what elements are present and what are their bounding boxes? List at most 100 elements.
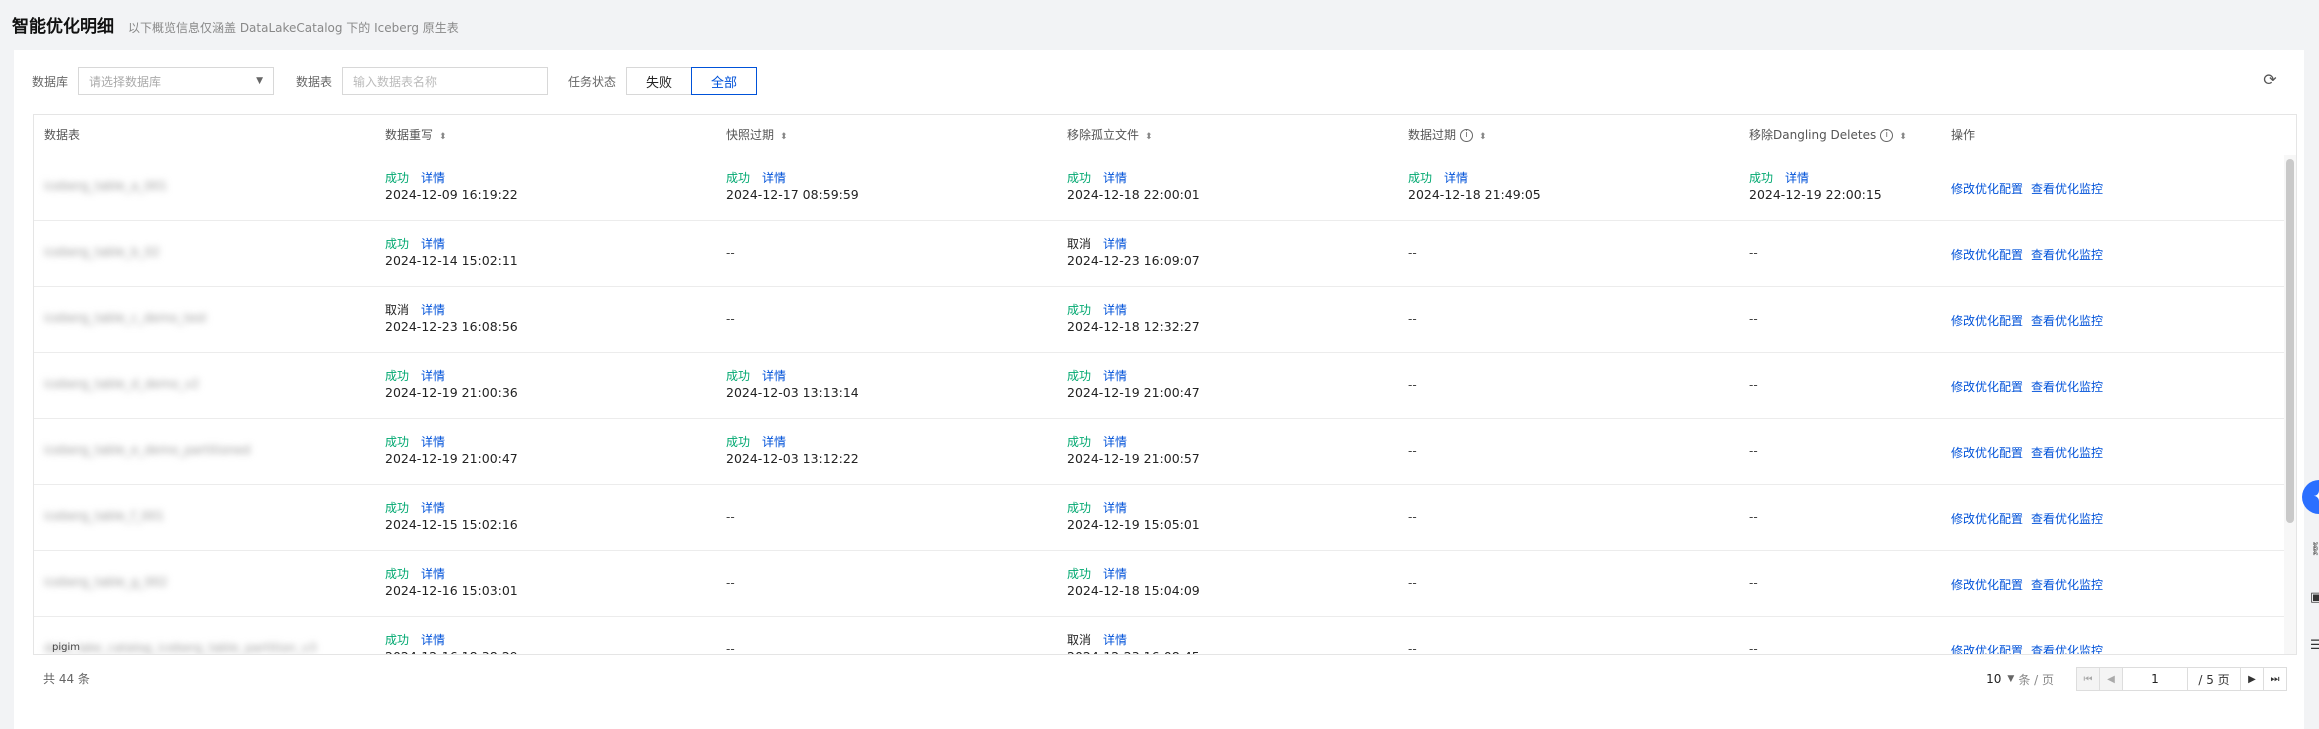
col-header-expire[interactable]: 数据过期 i ⬍	[1408, 115, 1487, 155]
status-text: 成功	[1067, 369, 1092, 383]
edit-optimization-link[interactable]: 修改优化配置	[1951, 314, 2023, 328]
detail-link[interactable]: 详情	[1103, 633, 1127, 647]
menu-icon[interactable]: ☰	[2310, 638, 2319, 653]
expire-time: 2024-12-18 21:49:05	[1408, 187, 1541, 202]
status-text: 成功	[385, 435, 410, 449]
col-header-snapshot[interactable]: 快照过期 ⬍	[726, 115, 788, 155]
edit-optimization-link[interactable]: 修改优化配置	[1951, 182, 2023, 196]
rewrite-status: 成功 详情	[385, 499, 445, 516]
detail-link[interactable]: 详情	[421, 567, 445, 581]
detail-link[interactable]: 详情	[1103, 171, 1127, 185]
database-select[interactable]: 请选择数据库 ▼	[78, 67, 275, 95]
col-header-dangling[interactable]: 移除Dangling Deletes i ⬍	[1749, 115, 1907, 155]
status-text: 取消	[1067, 237, 1092, 251]
orphan-time: 2024-12-19 21:00:57	[1067, 451, 1200, 466]
doc-icon[interactable]: ▣	[2310, 590, 2319, 605]
info-icon[interactable]: i	[1460, 129, 1474, 142]
detail-link[interactable]: 详情	[1103, 237, 1127, 251]
view-monitoring-link[interactable]: 查看优化监控	[2031, 314, 2103, 328]
rewrite-time: 2024-12-23 16:08:56	[385, 319, 518, 334]
orphan-status: 成功 详情	[1067, 169, 1127, 186]
detail-link[interactable]: 详情	[1444, 171, 1468, 185]
orphan-time: 2024-12-18 15:04:09	[1067, 583, 1200, 598]
table-name-cell: iceberg_table_e_demo_partitioned	[44, 443, 251, 457]
status-text: 成功	[726, 435, 751, 449]
detail-link[interactable]: 详情	[1103, 567, 1127, 581]
sort-icon[interactable]: ⬍	[780, 132, 788, 142]
edit-optimization-link[interactable]: 修改优化配置	[1951, 380, 2023, 394]
snapshot-empty: --	[726, 312, 735, 326]
refresh-icon[interactable]: ⟳	[2260, 70, 2280, 90]
orphan-time: 2024-12-18 12:32:27	[1067, 319, 1200, 334]
edit-optimization-link[interactable]: 修改优化配置	[1951, 644, 2023, 654]
expire-empty: --	[1408, 378, 1417, 392]
sort-icon[interactable]: ⬍	[1145, 132, 1153, 142]
table-search-input[interactable]: 输入数据表名称	[342, 67, 549, 95]
status-text: 取消	[385, 303, 410, 317]
col-header-rewrite[interactable]: 数据重写 ⬍	[385, 115, 447, 155]
table-header: 数据表 数据重写 ⬍ 快照过期 ⬍ 移除孤立文件 ⬍ 数据过期 i ⬍ 移除Danglin…	[34, 115, 2296, 156]
detail-link[interactable]: 详情	[421, 501, 445, 515]
overflow-text: pigim	[52, 642, 80, 653]
last-page-button[interactable]: ⏭	[2263, 667, 2287, 691]
table-name-cell: iceberg_table_c_demo_test	[44, 311, 207, 325]
status-option-all[interactable]: 全部	[691, 67, 758, 95]
row-actions: 修改优化配置 查看优化监控	[1951, 642, 2103, 654]
row-actions: 修改优化配置 查看优化监控	[1951, 576, 2103, 593]
prev-page-button[interactable]: ◀	[2099, 667, 2123, 691]
view-monitoring-link[interactable]: 查看优化监控	[2031, 446, 2103, 460]
detail-link[interactable]: 详情	[762, 369, 786, 383]
detail-link[interactable]: 详情	[1103, 435, 1127, 449]
orphan-time: 2024-12-23 16:09:07	[1067, 253, 1200, 268]
view-monitoring-link[interactable]: 查看优化监控	[2031, 512, 2103, 526]
detail-link[interactable]: 详情	[421, 633, 445, 647]
view-monitoring-link[interactable]: 查看优化监控	[2031, 182, 2103, 196]
snapshot-time: 2024-12-17 08:59:59	[726, 187, 859, 202]
detail-link[interactable]: 详情	[1103, 501, 1127, 515]
detail-link[interactable]: 详情	[421, 303, 445, 317]
detail-link[interactable]: 详情	[1785, 171, 1809, 185]
status-text: 成功	[385, 633, 410, 647]
view-monitoring-link[interactable]: 查看优化监控	[2031, 380, 2103, 394]
assistant-icon[interactable]: ✦	[2302, 480, 2319, 514]
info-icon[interactable]: i	[1880, 129, 1894, 142]
snapshot-empty: --	[726, 246, 735, 260]
edit-optimization-link[interactable]: 修改优化配置	[1951, 512, 2023, 526]
sort-icon[interactable]: ⬍	[1899, 132, 1907, 142]
view-monitoring-link[interactable]: 查看优化监控	[2031, 644, 2103, 654]
detail-link[interactable]: 详情	[1103, 369, 1127, 383]
snapshot-status: 成功 详情	[726, 367, 786, 384]
edit-optimization-link[interactable]: 修改优化配置	[1951, 578, 2023, 592]
sort-icon[interactable]: ⬍	[439, 132, 447, 142]
vertical-scrollbar[interactable]	[2284, 155, 2296, 654]
view-monitoring-link[interactable]: 查看优化监控	[2031, 578, 2103, 592]
table-name-cell: iceberg_table_g_002	[44, 575, 168, 589]
page-title: 智能优化明细	[12, 17, 114, 37]
page-size-select[interactable]: 10 ▼ 条 / 页	[1986, 671, 2054, 688]
detail-link[interactable]: 详情	[421, 171, 445, 185]
detail-link[interactable]: 详情	[1103, 303, 1127, 317]
col-header-orphan[interactable]: 移除孤立文件 ⬍	[1067, 115, 1153, 155]
table-row: iceberg_table_a_001 成功 详情 2024-12-09 16:19:…	[34, 155, 2284, 221]
expire-status: 成功 详情	[1408, 169, 1468, 186]
link-icon[interactable]: ⛓	[2310, 542, 2319, 557]
dangling-empty: --	[1749, 246, 1758, 260]
detail-link[interactable]: 详情	[762, 171, 786, 185]
page-number-input[interactable]: 1	[2122, 667, 2188, 691]
table-row: iceberg_table_e_demo_partitioned 成功 详情 2024…	[34, 419, 2284, 485]
edit-optimization-link[interactable]: 修改优化配置	[1951, 446, 2023, 460]
snapshot-empty: --	[726, 642, 735, 655]
table-name-cell: iceberg_table_a_001	[44, 179, 168, 193]
detail-link[interactable]: 详情	[421, 369, 445, 383]
detail-link[interactable]: 详情	[421, 435, 445, 449]
next-page-button[interactable]: ▶	[2240, 667, 2264, 691]
first-page-button[interactable]: ⏮	[2076, 667, 2100, 691]
view-monitoring-link[interactable]: 查看优化监控	[2031, 248, 2103, 262]
detail-link[interactable]: 详情	[421, 237, 445, 251]
status-option-failed[interactable]: 失败	[626, 67, 693, 95]
sort-icon[interactable]: ⬍	[1479, 132, 1487, 142]
scrollbar-thumb[interactable]	[2286, 159, 2294, 523]
edit-optimization-link[interactable]: 修改优化配置	[1951, 248, 2023, 262]
total-pages: / 5 页	[2187, 667, 2241, 691]
detail-link[interactable]: 详情	[762, 435, 786, 449]
